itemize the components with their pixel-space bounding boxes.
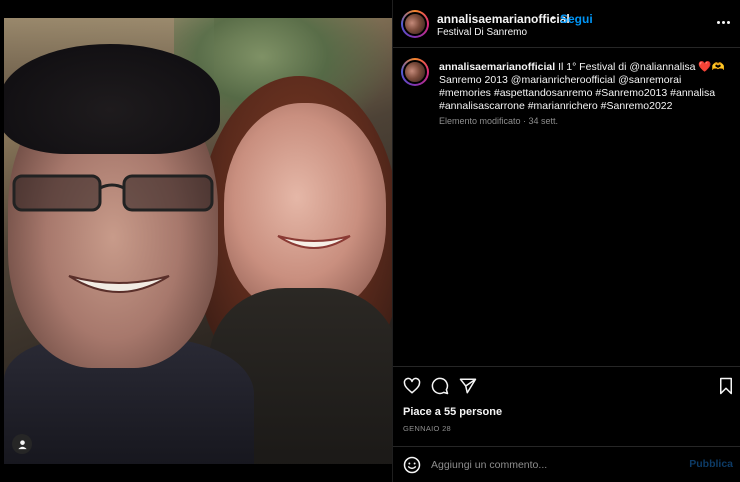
post-actions (393, 366, 740, 406)
more-options-icon[interactable] (713, 14, 733, 30)
author-avatar[interactable] (401, 10, 429, 38)
caption-username[interactable]: annalisaemarianofficial (439, 61, 555, 73)
post-header: annalisaemarianofficial • Segui Festival… (393, 0, 740, 48)
photo-person-left-smile (68, 275, 170, 293)
user-tag-icon[interactable] (12, 434, 32, 454)
bookmark-icon[interactable] (717, 377, 735, 395)
photo-person-left-hair (4, 44, 220, 154)
author-username[interactable]: annalisaemarianofficial (437, 12, 570, 26)
caption-meta: Elemento modificato · 34 sett. (439, 116, 559, 126)
send-icon[interactable] (459, 377, 477, 395)
post-date: GENNAIO 28 (403, 424, 452, 433)
publish-button[interactable]: Pubblica (689, 458, 733, 470)
photo-person-right-smile (277, 235, 351, 249)
header-separator: • (551, 11, 556, 25)
post-side-panel: annalisaemarianofficial • Segui Festival… (392, 0, 740, 482)
photo-glasses (12, 174, 214, 212)
photo-person-right-face (224, 103, 386, 313)
emoji-icon[interactable] (403, 456, 421, 474)
post-media[interactable] (0, 0, 392, 482)
post-location[interactable]: Festival Di Sanremo (437, 27, 527, 38)
caption-text-block: annalisaemarianofficial Il 1° Festival d… (439, 61, 729, 113)
heart-icon[interactable] (403, 377, 421, 395)
comment-icon[interactable] (431, 377, 449, 395)
likes-count[interactable]: Piace a 55 persone (403, 406, 502, 418)
comment-input[interactable] (431, 456, 681, 474)
caption-avatar[interactable] (401, 58, 429, 86)
follow-button[interactable]: Segui (560, 12, 593, 26)
post-photo[interactable] (4, 18, 392, 464)
comment-bar: Pubblica (393, 446, 740, 482)
